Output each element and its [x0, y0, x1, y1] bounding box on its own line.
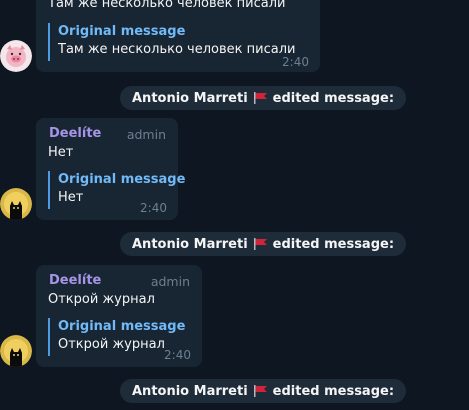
service-action-text: edited message: [272, 383, 395, 399]
admin-badge: admin [150, 274, 190, 289]
service-message[interactable]: Antonio Marreti edited message: [120, 379, 407, 403]
service-user-name[interactable]: Antonio Marreti [132, 237, 248, 252]
quote-title: Original message [58, 24, 186, 39]
red-flag-icon [253, 385, 269, 397]
avatar-pig-icon[interactable] [0, 40, 32, 72]
service-message[interactable]: Antonio Marreti edited message: [120, 86, 407, 110]
author-name[interactable]: Deelíte [49, 273, 101, 288]
service-user-name[interactable]: Antonio Marreti [132, 91, 248, 106]
message-time: 2:40 [164, 348, 191, 362]
message-bubble[interactable]: Deelíte admin Нет Original message Нет 2… [36, 118, 185, 220]
avatar-cat-icon[interactable] [0, 335, 32, 367]
message-text: Там же несколько человек писали [48, 0, 286, 11]
message-time: 2:40 [140, 201, 167, 215]
message-bubble[interactable]: Там же несколько человек писали Original… [36, 0, 320, 72]
service-action-text: edited message: [272, 236, 395, 252]
red-flag-icon [253, 238, 269, 250]
message-text: Нет [48, 145, 74, 160]
admin-badge: admin [126, 127, 166, 142]
service-message[interactable]: Antonio Marreti edited message: [120, 232, 407, 256]
avatar-cat-icon[interactable] [0, 188, 32, 220]
quote-title: Original message [58, 319, 186, 334]
author-name[interactable]: Deelíte [49, 126, 101, 141]
message-time: 2:40 [282, 55, 309, 69]
chat-history[interactable]: Там же несколько человек писали Original… [0, 0, 469, 410]
red-flag-icon [253, 92, 269, 104]
quote-text: Там же несколько человек писали [58, 42, 296, 57]
message-bubble[interactable]: Deelíte admin Открой журнал Original mes… [36, 265, 202, 367]
message-text: Открой журнал [48, 292, 155, 307]
service-user-name[interactable]: Antonio Marreti [132, 384, 248, 399]
quote-block[interactable]: Original message Там же несколько челове… [48, 23, 295, 61]
quote-title: Original message [58, 172, 186, 187]
service-action-text: edited message: [272, 90, 395, 106]
